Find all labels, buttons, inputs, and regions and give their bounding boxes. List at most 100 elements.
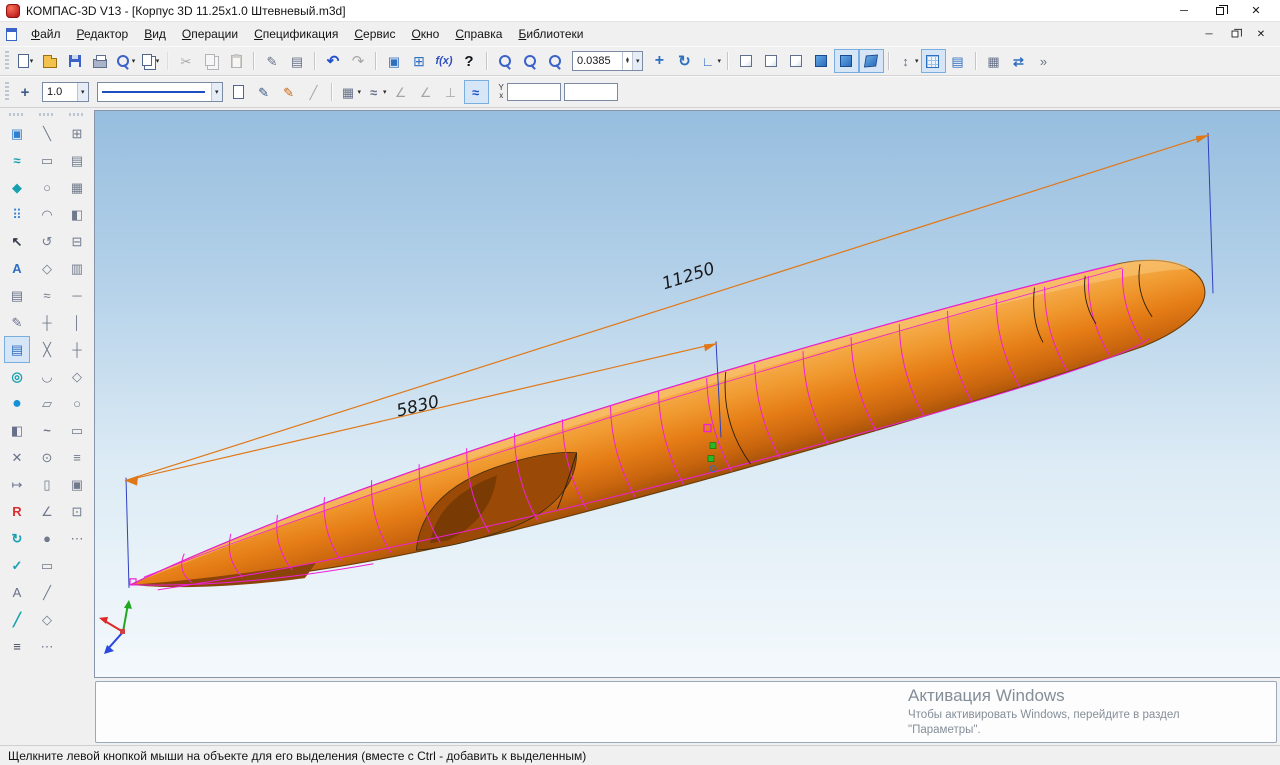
menu-libraries[interactable]: Библиотеки xyxy=(510,24,591,44)
coord-x-input[interactable] xyxy=(564,83,618,101)
constraints-button[interactable]: ⊞ xyxy=(407,49,432,73)
op-diamond[interactable]: ◇ xyxy=(64,363,90,390)
op-sheet[interactable]: ▤ xyxy=(64,147,90,174)
panel-text[interactable]: A xyxy=(4,579,30,606)
tool-axes[interactable]: ┼ xyxy=(34,309,60,336)
tool-line-2[interactable]: ╱ xyxy=(34,579,60,606)
op-circle[interactable]: ○ xyxy=(64,390,90,417)
display-no-hidden-button[interactable] xyxy=(759,49,784,73)
tool-circle-filled[interactable]: ● xyxy=(34,525,60,552)
op-minus[interactable]: ⊟ xyxy=(64,228,90,255)
zoom-dropdown-icon[interactable]: ▾ xyxy=(632,52,643,70)
panel-goto[interactable]: ↦ xyxy=(4,471,30,498)
copy-properties-button[interactable]: ✎ xyxy=(260,49,285,73)
tool-circle[interactable]: ○ xyxy=(34,174,60,201)
panel-copy-box[interactable]: ◧ xyxy=(4,417,30,444)
op-half[interactable]: ◧ xyxy=(64,201,90,228)
tool-angle[interactable]: ∠ xyxy=(34,498,60,525)
edit-styles-button[interactable]: ✎ xyxy=(252,80,277,104)
panel-r-mode[interactable]: R xyxy=(4,498,30,525)
toolbar-grip[interactable] xyxy=(5,82,9,102)
fx-button[interactable]: f(x) xyxy=(432,49,457,73)
menu-view[interactable]: Вид xyxy=(136,24,174,44)
zoom-by-frame-button[interactable] xyxy=(493,49,518,73)
mdi-minimize-button[interactable]: ─ xyxy=(1200,26,1218,42)
close-button[interactable]: ✕ xyxy=(1238,0,1274,22)
rotate-view-button[interactable]: ↻ xyxy=(672,49,697,73)
menu-service[interactable]: Сервис xyxy=(346,24,403,44)
property-bar[interactable]: Активация Windows Чтобы активировать Win… xyxy=(95,681,1277,743)
sketch-button[interactable] xyxy=(921,49,946,73)
panel-slash[interactable]: ╱ xyxy=(4,606,30,633)
panel-spline[interactable]: ≈ xyxy=(4,147,30,174)
open-document-button[interactable] xyxy=(38,49,63,73)
panel-sheet[interactable]: ▤ xyxy=(4,282,30,309)
variables-button[interactable]: ▣ xyxy=(382,49,407,73)
op-plane-grid[interactable]: ⊞ xyxy=(64,120,90,147)
menu-window[interactable]: Окно xyxy=(403,24,447,44)
zoom-in-out-button[interactable] xyxy=(518,49,543,73)
tool-waves[interactable]: ~ xyxy=(34,417,60,444)
panel-delete[interactable]: ✕ xyxy=(4,444,30,471)
snaps-button[interactable]: ✎ xyxy=(277,80,302,104)
rebuild-button[interactable]: ⇄ xyxy=(1007,49,1032,73)
menu-help[interactable]: Справка xyxy=(447,24,510,44)
panel-menu[interactable]: ≡ xyxy=(4,633,30,660)
tool-rhombus[interactable]: ◇ xyxy=(34,255,60,282)
panel-grip[interactable] xyxy=(9,113,25,116)
angle-snap-button[interactable]: ∠ xyxy=(389,80,414,104)
panel-rotate[interactable]: ↻ xyxy=(4,525,30,552)
zoom-spinner[interactable]: ▲ ▼ xyxy=(622,52,632,70)
print-button[interactable] xyxy=(88,49,113,73)
menu-operations[interactable]: Операции xyxy=(174,24,246,44)
display-shaded-edges-button[interactable] xyxy=(834,49,859,73)
tool-arc[interactable]: ◠ xyxy=(34,201,60,228)
minimize-button[interactable]: ─ xyxy=(1166,0,1202,22)
tool-more[interactable]: ⋯ xyxy=(34,633,60,660)
toolbar-grip[interactable] xyxy=(5,51,9,71)
angle-snap2-button[interactable]: ∠ xyxy=(414,80,439,104)
orientation-button[interactable]: ∟ ▾ xyxy=(697,49,723,73)
panel-annotation[interactable]: A xyxy=(4,255,30,282)
print-preview-button[interactable]: ▾ xyxy=(113,49,138,73)
op-vline[interactable]: │ xyxy=(64,309,90,336)
panel-check[interactable]: ✓ xyxy=(4,552,30,579)
panel-sphere[interactable]: ● xyxy=(4,390,30,417)
op-lines[interactable]: ▥ xyxy=(64,255,90,282)
op-cross[interactable]: ┼ xyxy=(64,336,90,363)
toolbar-overflow-button[interactable]: » xyxy=(1032,49,1057,73)
tool-rect[interactable]: ▭ xyxy=(34,147,60,174)
tool-line[interactable]: ╲ xyxy=(34,120,60,147)
tool-sheet[interactable]: ▯ xyxy=(34,471,60,498)
op-dot-box[interactable]: ⊡ xyxy=(64,498,90,525)
specification-button[interactable]: ▤ xyxy=(285,49,310,73)
display-wireframe-button[interactable] xyxy=(734,49,759,73)
display-shaded-button[interactable] xyxy=(809,49,834,73)
op-more[interactable]: ⋯ xyxy=(64,525,90,552)
copy-button[interactable] xyxy=(199,49,224,73)
op-hline[interactable]: ─ xyxy=(64,282,90,309)
display-perspective-button[interactable] xyxy=(859,49,884,73)
line-style-dropdown-icon[interactable]: ▾ xyxy=(211,83,222,101)
cut-button[interactable]: ✂ xyxy=(174,49,199,73)
model-viewport[interactable]: 11250 5830 xyxy=(94,110,1280,678)
step-combo[interactable]: 1.0 ▾ xyxy=(42,82,89,102)
menu-specification[interactable]: Спецификация xyxy=(246,24,346,44)
op-list[interactable]: ≡ xyxy=(64,444,90,471)
op-rect[interactable]: ▭ xyxy=(64,417,90,444)
cursor-step-button[interactable]: + xyxy=(13,80,38,104)
zoom-selected-button[interactable] xyxy=(543,49,568,73)
step-dropdown-icon[interactable]: ▾ xyxy=(77,83,88,101)
new-document-button[interactable]: ▾ xyxy=(13,49,38,73)
tool-arc-lower[interactable]: ◡ xyxy=(34,363,60,390)
line-style-combo[interactable]: ▾ xyxy=(97,82,223,102)
panel-grip[interactable] xyxy=(69,113,85,116)
boat-hull[interactable] xyxy=(116,242,1218,632)
redo-button[interactable]: ↷ xyxy=(346,49,371,73)
display-hidden-thin-button[interactable] xyxy=(784,49,809,73)
send-document-button[interactable]: ▾ xyxy=(138,49,163,73)
zoom-scale-combo[interactable]: 0.0385 ▲ ▼ ▾ xyxy=(572,51,643,71)
local-cs-button[interactable]: ≈ ▾ xyxy=(363,80,389,104)
ortho-snap-button[interactable]: ⊥ xyxy=(439,80,464,104)
tool-spline[interactable]: ≈ xyxy=(34,282,60,309)
